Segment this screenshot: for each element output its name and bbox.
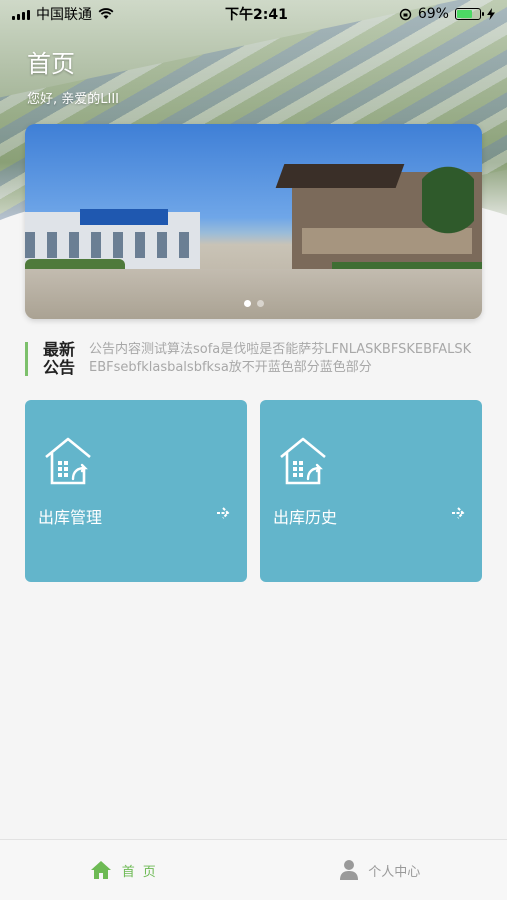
tab-home[interactable]: 首页 [0,840,254,900]
card-label: 出库历史 [273,508,338,527]
status-left: 中国联通 [12,4,114,24]
banner-road [25,269,482,319]
carrier-label: 中国联通 [36,7,92,23]
signal-icon [12,8,30,20]
notice-accent-bar [25,342,28,376]
wifi-icon [98,8,114,19]
arrow-right-icon [217,507,230,519]
notice-label-line1: 最新 [43,340,76,359]
page-title: 首页 [27,50,75,78]
status-bar: 中国联通 下午2:41 69% [0,0,507,28]
notice-label-line2: 公告 [43,358,76,377]
person-icon [340,860,359,880]
home-icon [90,861,111,879]
outbound-management-card[interactable]: 出库管理 [25,400,247,582]
warehouse-icon [45,437,91,485]
arrow-right-icon [452,507,465,519]
charging-icon [486,8,495,20]
card-label: 出库管理 [38,508,103,527]
notice-content[interactable]: 公告内容测试算法sofa是伐啦是否能萨芬LFNLASKBFSKEBFALSKEB… [89,341,474,377]
tab-home-label: 首页 [121,864,164,880]
tab-profile-label: 个人中心 [368,864,421,880]
notice-section[interactable]: 最新 公告 公告内容测试算法sofa是伐啦是否能萨芬LFNLASKBFSKEBF… [25,341,482,379]
rotation-lock-icon [399,8,412,20]
notice-label: 最新 公告 [43,341,77,377]
banner-tree [422,164,474,254]
carousel-indicator[interactable] [25,300,482,307]
battery-percent: 69% [417,6,449,22]
warehouse-icon [280,437,326,485]
status-right: 69% [399,6,495,22]
tab-bar: 首页 个人中心 [0,839,507,900]
banner-carousel[interactable] [25,124,482,319]
carousel-dot-2[interactable] [256,300,264,307]
carousel-dot-1[interactable] [243,300,251,307]
battery-icon [454,8,484,20]
tab-profile[interactable]: 个人中心 [254,840,507,900]
greeting-text: 您好, 亲爱的LIII [27,92,120,107]
status-time: 下午2:41 [225,7,288,23]
outbound-history-card[interactable]: 出库历史 [260,400,482,582]
